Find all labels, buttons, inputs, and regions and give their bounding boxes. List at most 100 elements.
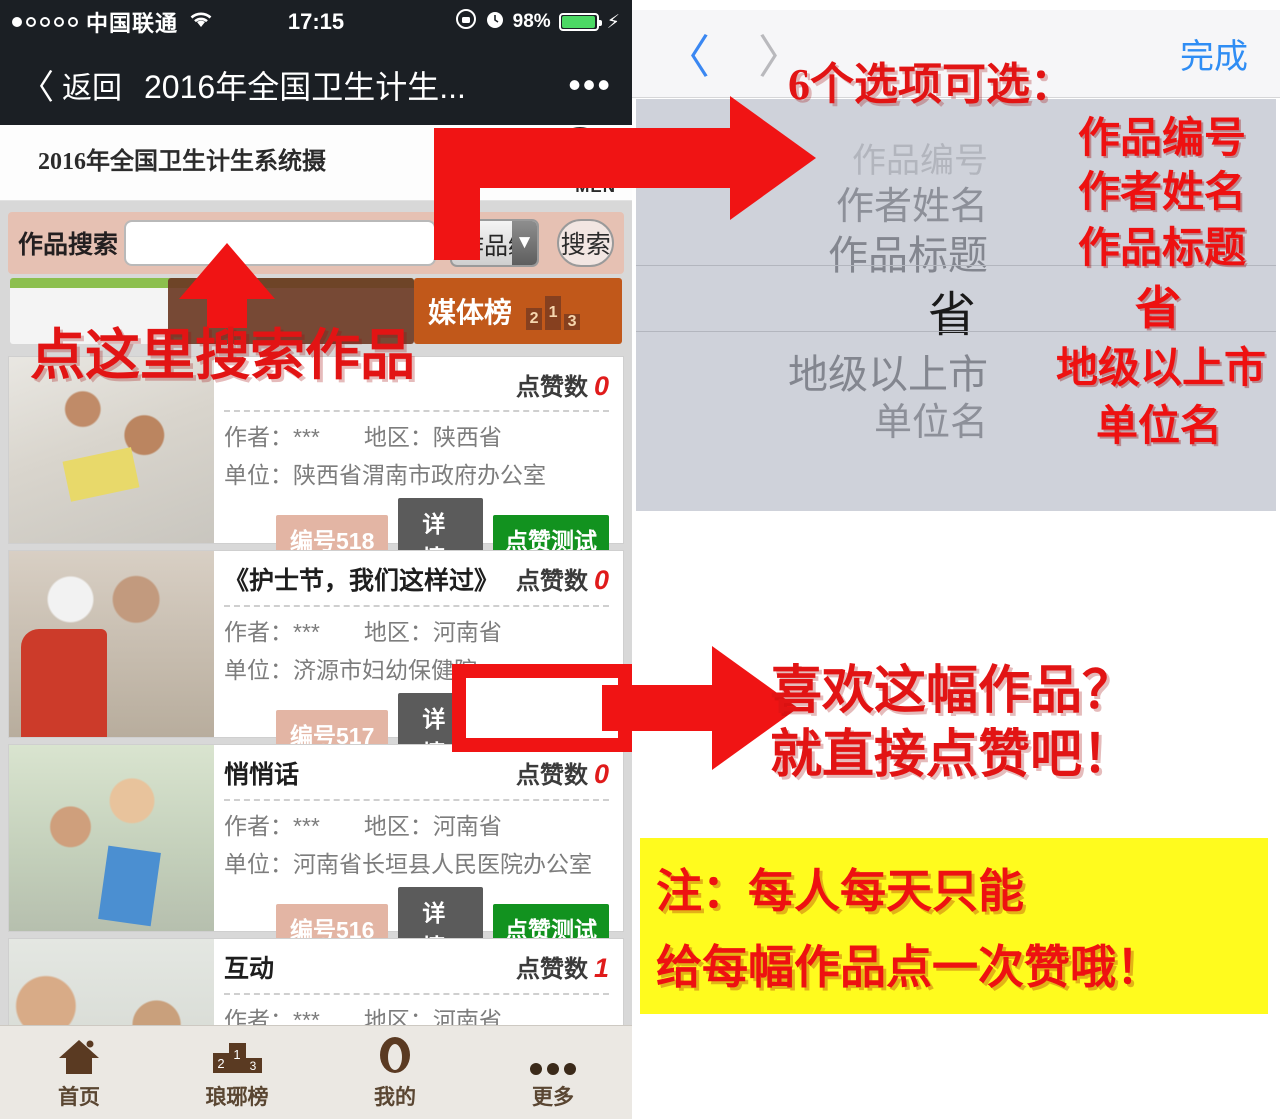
unit-label: 单位：	[224, 657, 293, 683]
media-rank-button[interactable]: 媒体榜 2 1 3	[414, 278, 622, 344]
divider	[224, 410, 609, 412]
like-count-value: 0	[593, 371, 609, 401]
divider	[224, 799, 609, 801]
list-item[interactable]: 点赞数 0 作者：*** 地区：陕西省 单位：陕西省渭南市政府办公室 编号518 详…	[8, 356, 624, 580]
podium-123-icon: 2 1 3	[524, 290, 583, 332]
work-thumbnail[interactable]	[9, 745, 214, 931]
chevron-down-icon[interactable]: ▼	[511, 221, 538, 265]
unit-value: 济源市妇幼保健院	[293, 657, 477, 683]
work-title: 互动	[224, 955, 275, 983]
note-line-2: 给每幅作品点一次赞哦！	[656, 942, 1162, 993]
back-label: 返回	[62, 71, 122, 105]
picker-selection-line-bottom	[636, 331, 1276, 332]
unit-label: 单位：	[224, 462, 293, 488]
unit-label: 单位：	[224, 851, 293, 877]
back-button[interactable]: 〈 返回	[20, 60, 122, 109]
banner-row: 媒体榜 2 1 3	[8, 278, 624, 356]
tab-more[interactable]: 更多	[474, 1035, 632, 1111]
alarm-clock-icon	[485, 9, 505, 35]
region-label: 地区：	[363, 813, 433, 839]
like-count-label: 点赞数	[515, 568, 588, 595]
work-meta-author: 作者：*** 地区：河南省	[224, 807, 609, 841]
navigation-bar: 〈 返回 2016年全国卫生计生... •••	[0, 44, 632, 125]
unit-value: 陕西省渭南市政府办公室	[293, 462, 546, 488]
tab-label: 首页	[58, 1085, 100, 1109]
rotation-lock-icon	[455, 8, 477, 36]
picker-option-selected[interactable]: 省	[928, 275, 976, 345]
hamburger-menu-icon[interactable]	[556, 127, 604, 175]
search-bar: 作品搜索 作品编号 ▼ 搜索	[8, 212, 624, 274]
like-count-value: 0	[593, 565, 609, 595]
done-button[interactable]: 完成	[1180, 29, 1248, 78]
svg-text:3: 3	[250, 1059, 257, 1073]
like-count-label: 点赞数	[515, 762, 588, 789]
chevron-left-icon[interactable]: 〈	[664, 21, 710, 87]
podium-step-2: 2	[524, 306, 545, 332]
podium-step-1: 1	[543, 294, 564, 332]
work-title: 《护士节，我们这样过》	[224, 567, 500, 595]
note-box: 注：每人每天只能 给每幅作品点一次赞哦！	[640, 838, 1268, 1014]
tab-home[interactable]: 首页	[0, 1035, 158, 1111]
author-value: ***	[293, 813, 320, 839]
work-title: 悄悄话	[224, 761, 300, 789]
like-count-value: 1	[593, 953, 609, 983]
region-value: 河南省	[432, 813, 502, 839]
author-label: 作者：	[224, 424, 293, 450]
like-count-label: 点赞数	[515, 956, 588, 983]
like-count: 点赞数 0	[516, 367, 609, 402]
page-title: 2016年全国卫生计生...	[144, 68, 466, 105]
like-count: 点赞数 0	[516, 755, 609, 790]
list-item[interactable]: 《护士节，我们这样过》 点赞数 0 作者：*** 地区：河南省 单位：济源市妇幼保健…	[8, 550, 624, 775]
home-icon	[56, 1035, 102, 1077]
chevron-left-icon: 〈	[20, 69, 54, 107]
svg-text:1: 1	[233, 1047, 240, 1062]
region-value: 陕西省	[432, 424, 502, 450]
tab-ranking[interactable]: 1 2 3 琅琊榜	[158, 1035, 316, 1111]
picker-option-5[interactable]: 单位名	[874, 391, 988, 446]
person-icon	[377, 1035, 413, 1077]
status-bar: 中国联通 17:15 98% ⚡	[0, 0, 632, 44]
phone-screen-panel: 中国联通 17:15 98% ⚡ 〈 返回 2016年全国卫生计生... •••…	[0, 0, 632, 1119]
picker-option-2[interactable]: 作品标题	[828, 223, 988, 281]
picker-option-1[interactable]: 作者姓名	[836, 175, 988, 230]
like-count: 点赞数 1	[516, 949, 609, 984]
banner-card-brown[interactable]	[168, 278, 414, 344]
like-count-label: 点赞数	[515, 374, 588, 401]
menu-label: MEN	[575, 177, 616, 196]
work-list: 点赞数 0 作者：*** 地区：陕西省 单位：陕西省渭南市政府办公室 编号518 详…	[8, 356, 624, 1119]
search-input[interactable]	[124, 220, 437, 266]
tab-label: 更多	[532, 1085, 574, 1109]
list-item[interactable]: 悄悄话 点赞数 0 作者：*** 地区：河南省 单位：河南省长垣县人民医院办公室 编…	[8, 744, 624, 969]
option-picker-wheel[interactable]: 作品编号 作者姓名 作品标题 省 地级以上市 单位名	[636, 99, 1276, 511]
work-meta-unit: 单位：河南省长垣县人民医院办公室	[224, 845, 609, 879]
search-field-value: 作品编号	[460, 232, 512, 260]
work-thumbnail[interactable]	[9, 357, 214, 543]
region-label: 地区：	[363, 424, 433, 450]
svg-text:2: 2	[217, 1056, 224, 1071]
work-meta-author: 作者：*** 地区：河南省	[224, 613, 609, 647]
author-label: 作者：	[224, 619, 293, 645]
work-meta-unit: 单位：济源市妇幼保健院	[224, 651, 609, 685]
site-title: 2016年全国卫生计生系统摄	[38, 149, 326, 175]
battery-icon	[558, 13, 602, 31]
tab-profile[interactable]: 我的	[316, 1035, 474, 1111]
lightning-bolt-icon: ⚡	[606, 11, 620, 33]
search-field-select[interactable]: 作品编号 ▼	[450, 219, 540, 267]
work-meta-unit: 单位：陕西省渭南市政府办公室	[224, 456, 609, 490]
like-count-value: 0	[593, 759, 609, 789]
divider	[224, 605, 609, 607]
page-header: 2016年全国卫生计生系统摄 MEN	[0, 125, 632, 201]
work-thumbnail[interactable]	[9, 551, 214, 737]
podium-step-3: 3	[562, 312, 583, 332]
bottom-tab-bar: 首页 1 2 3 琅琊榜 我的 更多	[0, 1025, 632, 1119]
chevron-right-icon[interactable]: 〉	[758, 21, 804, 87]
tab-label: 琅琊榜	[205, 1085, 269, 1109]
search-label: 作品搜索	[18, 231, 119, 259]
media-rank-label: 媒体榜	[428, 297, 513, 328]
like-count: 点赞数 0	[516, 561, 609, 596]
tab-label: 我的	[374, 1085, 416, 1109]
ellipsis-icon[interactable]: •••	[568, 67, 612, 102]
divider	[224, 993, 609, 995]
region-label: 地区：	[363, 619, 433, 645]
search-button[interactable]: 搜索	[557, 219, 614, 267]
